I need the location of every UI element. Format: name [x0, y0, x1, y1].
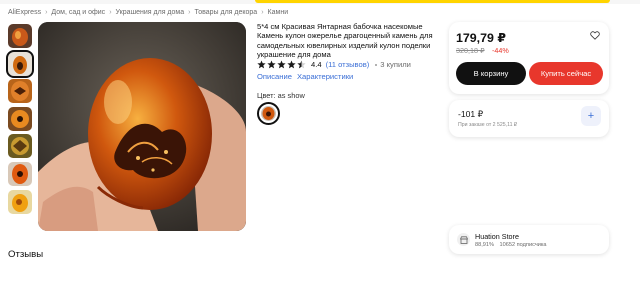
rating-value: 4.4 — [311, 60, 322, 69]
breadcrumb-item-stones[interactable]: Камни — [268, 9, 289, 16]
current-price: 179,79 ₽ — [456, 31, 506, 45]
store-card[interactable]: Huation Store 88,91% 10652 подписчика — [449, 225, 609, 254]
rating-row: 4.4 (11 отзывов) 3 купили — [257, 60, 411, 69]
specifications-link[interactable]: Характеристики — [297, 72, 353, 81]
store-name[interactable]: Huation Store — [475, 232, 519, 241]
color-label: Цвет: as show — [257, 91, 305, 100]
breadcrumb: AliExpress › Дом, сад и офис › Украшения… — [8, 6, 288, 18]
coupon-amount: -101 ₽ — [458, 109, 484, 119]
buy-now-button[interactable]: Купить сейчас — [529, 62, 603, 85]
chevron-right-icon: › — [109, 8, 112, 16]
thumbnail-6[interactable] — [8, 161, 32, 186]
plus-icon[interactable]: + — [581, 106, 601, 126]
separator-dot — [375, 63, 378, 66]
description-link[interactable]: Описание — [257, 72, 292, 81]
thumbnail-3[interactable] — [8, 79, 32, 104]
coupon-condition: При заказе от 2 525,11 ₽ — [458, 122, 518, 128]
chevron-right-icon: › — [45, 8, 48, 16]
thumbnail-1[interactable] — [8, 24, 32, 48]
top-strip — [0, 0, 640, 4]
purchase-box: 179,79 ₽ 320,18 ₽ -44% В корзину Купить … — [449, 22, 609, 94]
breadcrumb-item-decor-goods[interactable]: Товары для декора — [194, 9, 257, 16]
promo-banner-edge — [255, 0, 610, 3]
store-stats: 88,91% 10652 подписчика — [475, 242, 551, 248]
breadcrumb-item-home-decor[interactable]: Украшения для дома — [116, 9, 185, 16]
coupon-box: -101 ₽ При заказе от 2 525,11 ₽ + — [449, 100, 609, 137]
chevron-right-icon: › — [261, 8, 264, 16]
star-icon — [287, 60, 296, 69]
thumbnail-5[interactable] — [8, 134, 32, 159]
thumbnail-7[interactable] — [8, 189, 32, 214]
star-icon — [277, 60, 286, 69]
thumbnail-2[interactable] — [6, 49, 34, 78]
reviews-link[interactable]: (11 отзывов) — [326, 60, 370, 69]
add-to-cart-button[interactable]: В корзину — [456, 62, 526, 85]
heart-icon[interactable] — [590, 31, 600, 40]
store-icon — [457, 233, 470, 246]
breadcrumb-item-home-garden[interactable]: Дом, сад и офис — [51, 9, 105, 16]
breadcrumb-item-aliexpress[interactable]: AliExpress — [8, 9, 41, 16]
thumbnail-4[interactable] — [8, 106, 32, 131]
sold-count: 3 купили — [380, 60, 411, 69]
thumbnail-gallery — [6, 24, 34, 217]
star-icon — [257, 60, 266, 69]
star-half-icon — [297, 60, 306, 69]
star-icon — [267, 60, 276, 69]
star-rating — [257, 60, 307, 69]
product-info-links: Описание Характеристики — [257, 72, 358, 81]
store-positive-feedback: 88,91% — [475, 242, 494, 248]
discount-badge: -44% — [492, 46, 509, 55]
product-title: 5*4 см Красивая Янтарная бабочка насеком… — [257, 22, 433, 60]
chevron-right-icon: › — [188, 8, 191, 16]
reviews-section-heading: Отзывы — [8, 249, 44, 260]
old-price: 320,18 ₽ — [456, 46, 485, 55]
store-followers: 10652 подписчика — [499, 242, 547, 248]
product-main-image[interactable] — [38, 22, 246, 231]
color-option-as-show[interactable] — [257, 102, 280, 125]
